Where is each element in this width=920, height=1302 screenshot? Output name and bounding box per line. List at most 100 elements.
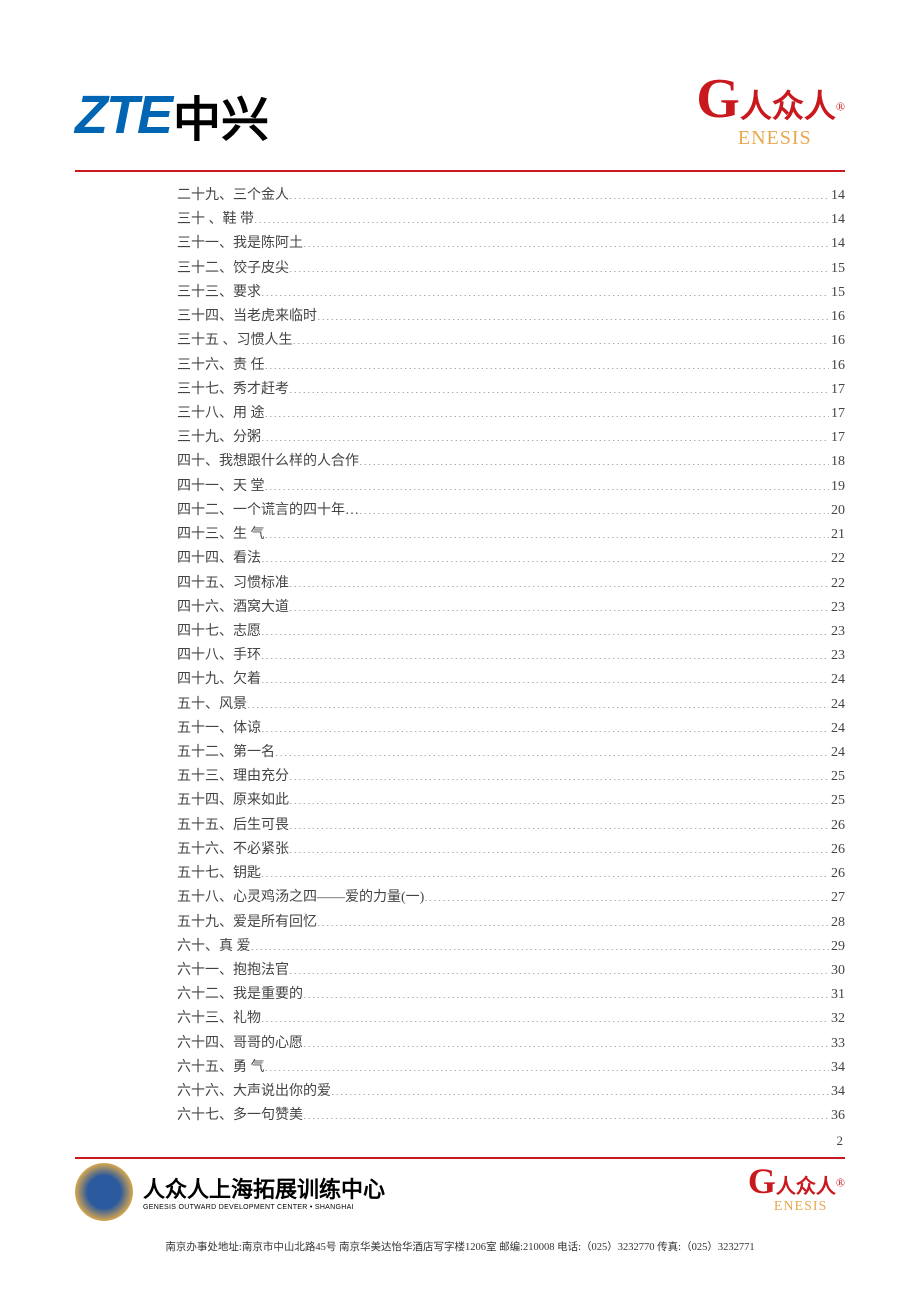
toc-item-page: 14 <box>829 208 845 232</box>
toc-item-number: 五十二、 <box>177 741 233 765</box>
toc-item-title: 看法 <box>233 547 261 571</box>
toc-item: 五十五、后生可畏 26 <box>177 814 845 838</box>
table-of-contents: 二十九、三个金人14三十 、 鞋 带14三十一、我是陈阿土14三十二、饺子皮尖1… <box>75 184 845 1129</box>
toc-item-number: 二十九、 <box>177 184 233 208</box>
toc-item: 六十六、大声说出你的爱34 <box>177 1080 845 1104</box>
toc-item: 四十九、欠着24 <box>177 668 845 692</box>
toc-item-title: 真 爱 <box>219 935 251 959</box>
toc-item: 三十七、秀才赶考17 <box>177 378 845 402</box>
toc-item-title: 抱抱法官 <box>233 959 289 983</box>
toc-item-page: 14 <box>829 232 845 256</box>
toc-leader-dots <box>261 621 829 635</box>
toc-item-title: 秀才赶考 <box>233 378 289 402</box>
toc-item-page: 25 <box>829 765 845 789</box>
toc-item: 六十一、抱抱法官30 <box>177 959 845 983</box>
toc-item: 四十一、天 堂19 <box>177 475 845 499</box>
toc-item-page: 26 <box>829 814 845 838</box>
toc-item-number: 六十三、 <box>177 1007 233 1031</box>
toc-item-number: 三十六、 <box>177 354 233 378</box>
toc-item-title: 我是重要的 <box>233 983 303 1007</box>
toc-item-title: 生 气 <box>233 523 265 547</box>
toc-item-number: 五十八、 <box>177 886 233 910</box>
toc-item-number: 四十五、 <box>177 572 233 596</box>
toc-item-number: 五十七、 <box>177 862 233 886</box>
genesis-cn-text: 人众人 <box>740 88 836 124</box>
toc-item: 四十、 我想跟什么样的人合作18 <box>177 450 845 474</box>
toc-item-title: 志愿 <box>233 620 261 644</box>
toc-item-page: 23 <box>829 620 845 644</box>
toc-item: 三十一、我是陈阿土14 <box>177 232 845 256</box>
toc-leader-dots <box>289 839 829 853</box>
toc-item-title: 不必紧张 <box>233 838 289 862</box>
toc-item-title: 原来如此 <box>233 789 289 813</box>
toc-item-page: 34 <box>829 1056 845 1080</box>
toc-leader-dots <box>275 742 829 756</box>
toc-item-title: 体谅 <box>233 717 261 741</box>
toc-item: 五十四、原来如此25 <box>177 789 845 813</box>
toc-item: 四十五、习惯标准22 <box>177 572 845 596</box>
toc-item-number: 四十二、 <box>177 499 233 523</box>
toc-item-title: 当老虎来临时 <box>233 305 317 329</box>
toc-item: 四十七、志愿 23 <box>177 620 845 644</box>
toc-item-number: 五十五、 <box>177 814 233 838</box>
toc-item-page: 14 <box>829 184 845 208</box>
toc-leader-dots <box>261 645 829 659</box>
document-page: ZTE 中兴 G 人众人® ENESIS 二十九、三个金人14三十 、 鞋 带1… <box>0 0 920 1302</box>
toc-item: 三十二、饺子皮尖15 <box>177 257 845 281</box>
toc-leader-dots <box>317 306 829 320</box>
toc-item-number: 六十一、 <box>177 959 233 983</box>
toc-item: 二十九、三个金人14 <box>177 184 845 208</box>
page-number: 2 <box>75 1133 845 1149</box>
toc-item: 五十三、理由充分25 <box>177 765 845 789</box>
toc-item-title: 第一名 <box>233 741 275 765</box>
header-divider <box>75 170 845 172</box>
toc-item-number: 五十、 <box>177 693 219 717</box>
toc-item: 六十、 真 爱29 <box>177 935 845 959</box>
toc-item-title: 酒窝大道 <box>233 596 289 620</box>
toc-item-page: 16 <box>829 305 845 329</box>
genesis-g-letter: G <box>696 80 740 119</box>
toc-item-page: 19 <box>829 475 845 499</box>
toc-item-number: 三十九、 <box>177 426 233 450</box>
toc-item-number: 四十八、 <box>177 644 233 668</box>
toc-item-number: 三十四、 <box>177 305 233 329</box>
footer-badge-icon <box>75 1163 133 1221</box>
toc-item-page: 23 <box>829 644 845 668</box>
toc-item-number: 四十一、 <box>177 475 233 499</box>
toc-item: 四十二、一个谎言的四十年…20 <box>177 499 845 523</box>
toc-item-title: 多一句赞美 <box>233 1104 303 1128</box>
toc-item-page: 23 <box>829 596 845 620</box>
toc-item: 六十七、多一句赞美36 <box>177 1104 845 1128</box>
toc-item-number: 四十七、 <box>177 620 233 644</box>
toc-item: 三十九、分粥17 <box>177 426 845 450</box>
toc-item: 四十三、生 气21 <box>177 523 845 547</box>
toc-item-title: 饺子皮尖 <box>233 257 289 281</box>
toc-leader-dots <box>289 379 829 393</box>
toc-leader-dots <box>289 597 829 611</box>
toc-item-page: 17 <box>829 426 845 450</box>
toc-leader-dots <box>317 912 829 926</box>
toc-item: 四十四、看法22 <box>177 547 845 571</box>
toc-item-page: 31 <box>829 983 845 1007</box>
toc-leader-dots <box>254 209 829 223</box>
toc-item-title: 后生可畏 <box>233 814 289 838</box>
toc-item-page: 24 <box>829 693 845 717</box>
toc-item-page: 27 <box>829 886 845 910</box>
toc-item-title: 风景 <box>219 693 247 717</box>
toc-item-number: 四十六、 <box>177 596 233 620</box>
toc-leader-dots <box>303 1105 829 1119</box>
toc-item-number: 三十 、 <box>177 208 223 232</box>
toc-item: 三十四、当老虎来临时 16 <box>177 305 845 329</box>
genesis-en-text: ENESIS <box>774 1199 845 1215</box>
toc-item-number: 五十三、 <box>177 765 233 789</box>
toc-leader-dots <box>261 863 829 877</box>
zte-logo-cn: 中兴 <box>173 80 269 150</box>
toc-item: 三十六、责 任16 <box>177 354 845 378</box>
toc-leader-dots <box>289 258 829 272</box>
toc-item-page: 24 <box>829 717 845 741</box>
toc-leader-dots <box>289 790 829 804</box>
genesis-en-text: ENESIS <box>738 127 845 150</box>
footer-divider <box>75 1157 845 1159</box>
toc-item-title: 习惯人生 <box>237 329 293 353</box>
toc-item-title: 鞋 带 <box>223 208 255 232</box>
